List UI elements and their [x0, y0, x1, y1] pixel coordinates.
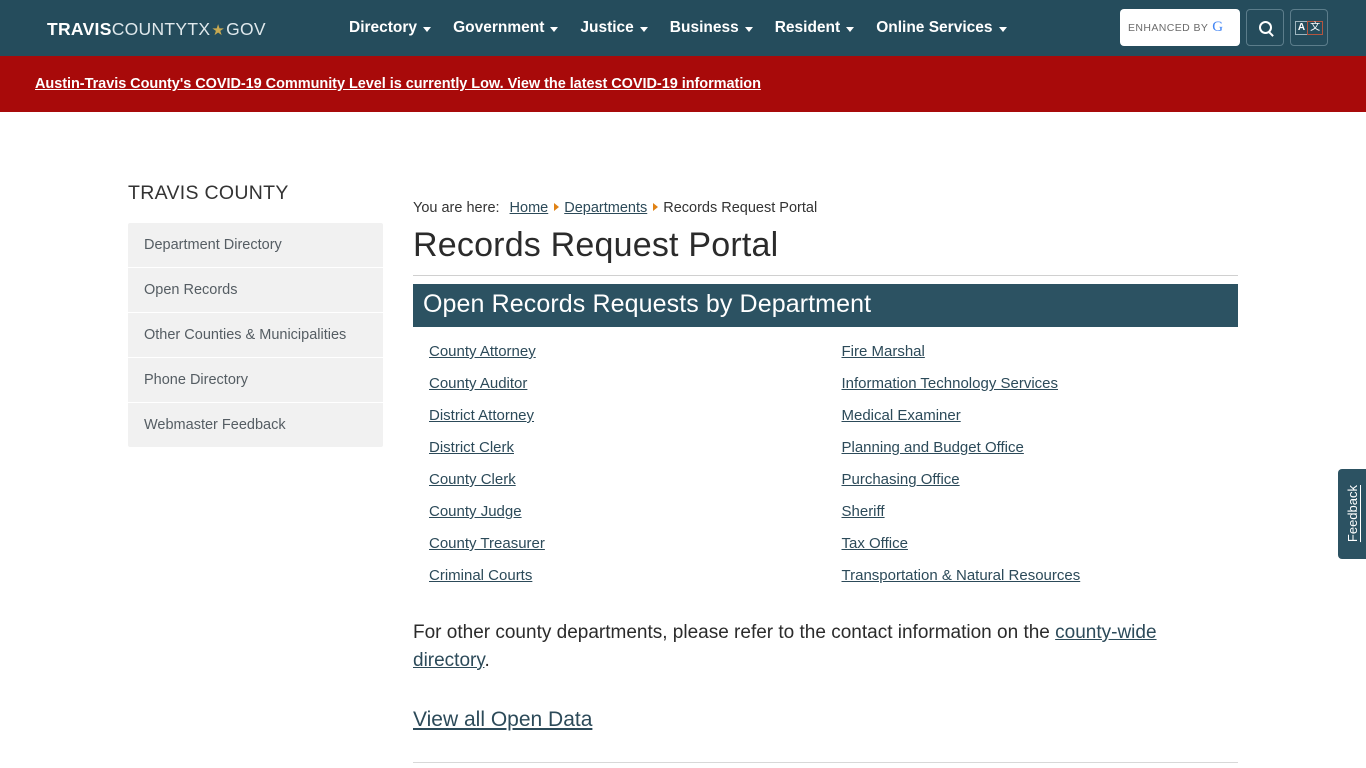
nav-label: Government	[453, 19, 545, 36]
google-logo-icon: G	[1212, 19, 1224, 35]
department-link-district-clerk[interactable]: District Clerk	[429, 439, 514, 456]
chevron-down-icon	[744, 26, 753, 32]
breadcrumb-label: You are here:	[413, 200, 500, 216]
nav-item-resident[interactable]: Resident	[764, 19, 865, 37]
other-departments-text-tail: .	[484, 650, 490, 671]
search-button[interactable]	[1246, 9, 1284, 46]
page-title: Records Request Portal	[413, 226, 1238, 276]
department-link-county-judge[interactable]: County Judge	[429, 503, 522, 520]
site-header: TRAVISCOUNTYTX★GOV Directory Government …	[0, 0, 1366, 56]
header-tools: ENHANCED BY G A文	[1120, 9, 1328, 46]
chevron-down-icon	[639, 26, 648, 32]
sidebar-item-open-records[interactable]: Open Records	[128, 268, 383, 313]
nav-label: Online Services	[876, 19, 993, 36]
logo-gov: GOV	[226, 19, 266, 39]
feedback-tab-label: Feedback	[1344, 485, 1360, 543]
logo-travis: TRAVIS	[47, 19, 112, 39]
search-icon	[1258, 21, 1272, 34]
star-icon: ★	[211, 22, 226, 39]
nav-label: Business	[669, 19, 739, 36]
breadcrumb-current: Records Request Portal	[663, 200, 818, 216]
breadcrumb-link-departments[interactable]: Departments	[564, 200, 647, 216]
nav-label: Resident	[774, 19, 841, 36]
nav-item-directory[interactable]: Directory	[338, 19, 442, 37]
sidebar-item-label: Open Records	[144, 282, 238, 298]
translate-cjk-glyph: 文	[1307, 20, 1324, 35]
nav-item-government[interactable]: Government	[442, 19, 569, 37]
sidebar-item-webmaster-feedback[interactable]: Webmaster Feedback	[128, 403, 383, 447]
view-all-open-data-link[interactable]: View all Open Data	[413, 708, 592, 732]
nav-label: Justice	[580, 19, 634, 36]
sidebar-list: Department Directory Open Records Other …	[128, 223, 383, 447]
nav-label: Directory	[349, 19, 418, 36]
breadcrumb-link-home[interactable]: Home	[510, 200, 549, 216]
translate-icon: A文	[1294, 20, 1324, 35]
sidebar-item-phone-directory[interactable]: Phone Directory	[128, 358, 383, 403]
breadcrumb-separator-icon	[653, 203, 659, 211]
nav-item-business[interactable]: Business	[659, 19, 764, 37]
site-logo[interactable]: TRAVISCOUNTYTX★GOV	[47, 19, 266, 40]
department-link-county-auditor[interactable]: County Auditor	[429, 375, 527, 392]
department-link-planning-and-budget-office[interactable]: Planning and Budget Office	[842, 439, 1024, 456]
department-link-county-clerk[interactable]: County Clerk	[429, 471, 516, 488]
breadcrumb: You are here: Home Departments Records R…	[413, 182, 1238, 216]
sidebar-item-label: Other Counties & Municipalities	[144, 327, 347, 343]
department-link-county-attorney[interactable]: County Attorney	[429, 343, 536, 360]
department-link-sheriff[interactable]: Sheriff	[842, 503, 885, 520]
nav-item-justice[interactable]: Justice	[569, 19, 658, 37]
other-departments-text: For other county departments, please ref…	[413, 619, 1238, 675]
department-link-information-technology-services[interactable]: Information Technology Services	[842, 375, 1059, 392]
department-column-right: Fire Marshal Information Technology Serv…	[826, 343, 1239, 599]
department-link-purchasing-office[interactable]: Purchasing Office	[842, 471, 960, 488]
department-link-criminal-courts[interactable]: Criminal Courts	[429, 567, 532, 584]
department-link-fire-marshal[interactable]: Fire Marshal	[842, 343, 925, 360]
search-placeholder: ENHANCED BY	[1128, 21, 1209, 34]
department-link-tax-office[interactable]: Tax Office	[842, 535, 908, 552]
translate-latin-glyph: A	[1294, 20, 1309, 35]
page-body: TRAVIS COUNTY Department Directory Open …	[0, 112, 1366, 768]
sidebar-item-label: Department Directory	[144, 237, 282, 253]
chevron-down-icon	[550, 26, 559, 32]
department-column-left: County Attorney County Auditor District …	[413, 343, 826, 599]
chevron-down-icon	[998, 26, 1007, 32]
sidebar-title: TRAVIS COUNTY	[128, 182, 289, 204]
main-navigation: Directory Government Justice Business Re…	[338, 0, 1018, 56]
department-link-transportation-natural-resources[interactable]: Transportation & Natural Resources	[842, 567, 1081, 584]
chevron-down-icon	[423, 26, 432, 32]
sidebar-item-label: Phone Directory	[144, 372, 248, 388]
department-link-medical-examiner[interactable]: Medical Examiner	[842, 407, 961, 424]
sidebar: TRAVIS COUNTY Department Directory Open …	[128, 182, 383, 447]
department-link-county-treasurer[interactable]: County Treasurer	[429, 535, 545, 552]
other-departments-text-lead: For other county departments, please ref…	[413, 622, 1050, 643]
translate-button[interactable]: A文	[1290, 9, 1328, 46]
section-header: Open Records Requests by Department	[413, 284, 1238, 327]
main-content: You are here: Home Departments Records R…	[413, 182, 1238, 768]
covid-alert-link[interactable]: Austin-Travis County's COVID-19 Communit…	[35, 76, 761, 92]
chevron-down-icon	[846, 26, 855, 32]
content-divider	[413, 762, 1238, 763]
department-link-grid: County Attorney County Auditor District …	[413, 343, 1238, 599]
search-input[interactable]: ENHANCED BY G	[1120, 9, 1240, 46]
breadcrumb-separator-icon	[554, 203, 560, 211]
sidebar-item-department-directory[interactable]: Department Directory	[128, 223, 383, 268]
covid-alert-banner: Austin-Travis County's COVID-19 Communit…	[0, 56, 1366, 112]
logo-countytx: COUNTYTX	[111, 19, 211, 39]
nav-item-online-services[interactable]: Online Services	[865, 19, 1017, 37]
department-link-district-attorney[interactable]: District Attorney	[429, 407, 534, 424]
feedback-tab[interactable]: Feedback	[1338, 469, 1366, 559]
sidebar-item-other-counties[interactable]: Other Counties & Municipalities	[128, 313, 383, 358]
sidebar-item-label: Webmaster Feedback	[144, 417, 286, 433]
